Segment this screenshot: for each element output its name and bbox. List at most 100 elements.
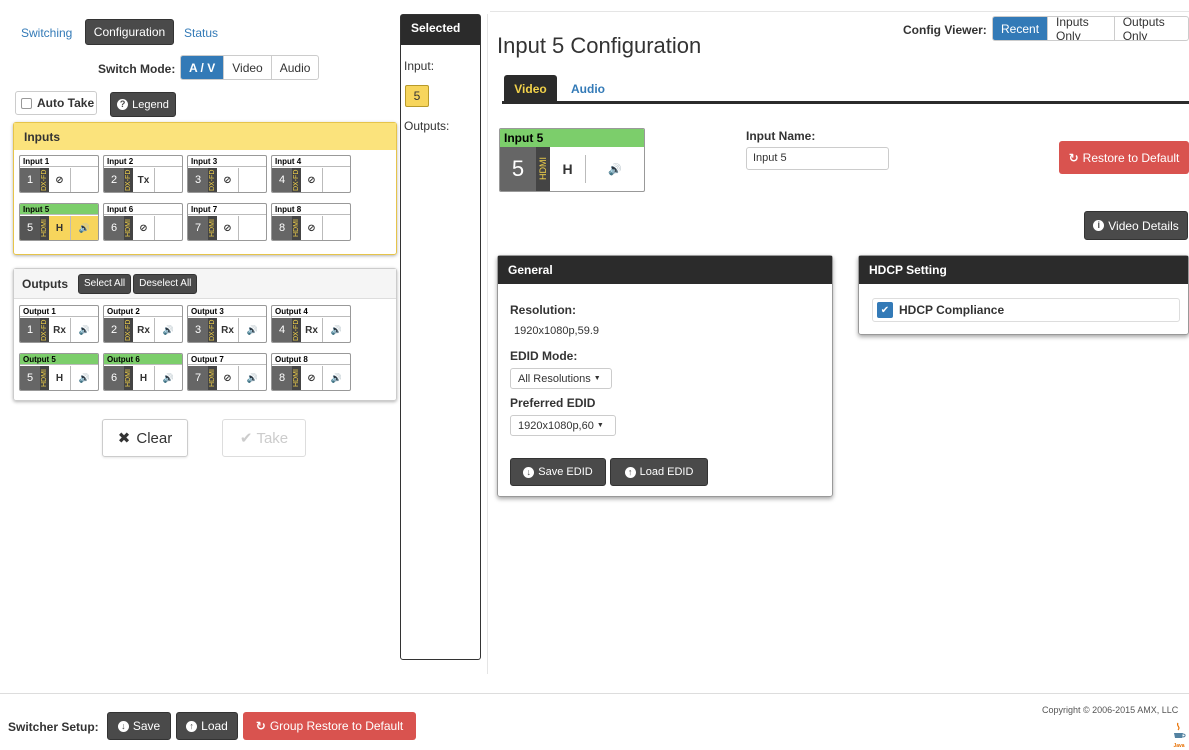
- tile-label: Input 2: [104, 156, 182, 167]
- signal-icon: ⊘: [301, 366, 323, 390]
- signal-icon: ⊘: [217, 216, 239, 240]
- auto-take-toggle[interactable]: Auto Take: [15, 91, 97, 115]
- clear-label: Clear: [136, 429, 173, 447]
- upload-icon: ↑: [624, 466, 636, 478]
- output-tile[interactable]: Output 2 2 DX-FD Rx 🔊: [103, 305, 183, 343]
- nav-configuration[interactable]: Configuration: [85, 19, 174, 45]
- load-edid-button[interactable]: ↑ Load EDID: [610, 458, 708, 486]
- input-tile[interactable]: Input 4 4 DX-FD ⊘: [271, 155, 351, 193]
- input-tile[interactable]: Input 8 8 HDMI ⊘: [271, 203, 351, 241]
- tile-number: 6: [104, 366, 124, 390]
- selected-outputs-label: Outputs:: [404, 119, 450, 133]
- hdcp-compliance-checkbox[interactable]: ✔: [877, 302, 893, 318]
- signal-icon: Rx: [49, 318, 71, 342]
- output-tile[interactable]: Output 1 1 DX-FD Rx 🔊: [19, 305, 99, 343]
- switch-mode-av[interactable]: A / V: [181, 56, 224, 79]
- selected-input-badge[interactable]: 5: [405, 85, 429, 107]
- tab-video[interactable]: Video: [504, 75, 557, 102]
- speaker-icon: 🔊: [246, 372, 259, 383]
- output-tile[interactable]: Output 4 4 DX-FD Rx 🔊: [271, 305, 351, 343]
- speaker-icon: 🔊: [330, 324, 343, 335]
- select-all-button[interactable]: Select All: [78, 273, 132, 294]
- setup-load-button[interactable]: ↑ Load: [176, 712, 238, 740]
- input-tile[interactable]: Input 6 6 HDMI ⊘: [103, 203, 183, 241]
- top-rule: [490, 11, 1189, 12]
- output-tile[interactable]: Output 5 5 HDMI H 🔊: [19, 353, 99, 391]
- group-restore-button[interactable]: ↻ Group Restore to Default: [243, 712, 416, 740]
- tab-bar: [502, 101, 1189, 104]
- tile-type: DX-FD: [292, 318, 301, 342]
- upload-icon: ↑: [186, 720, 198, 732]
- speaker-icon: [71, 168, 98, 192]
- take-label: Take: [256, 429, 289, 447]
- speaker-icon: [239, 168, 266, 192]
- signal-icon: ⊘: [301, 168, 323, 192]
- signal-icon: H: [49, 366, 71, 390]
- input-tile[interactable]: Input 1 1 DX-FD ⊘: [19, 155, 99, 193]
- signal-icon: H: [133, 366, 155, 390]
- caret-down-icon: ▼: [596, 422, 604, 429]
- tab-audio[interactable]: Audio: [571, 82, 605, 96]
- config-viewer-inputs-only[interactable]: Inputs Only: [1047, 17, 1114, 40]
- selected-input-label: Input:: [404, 59, 435, 73]
- output-tile[interactable]: Output 7 7 HDMI ⊘ 🔊: [187, 353, 267, 391]
- tile-number: 1: [20, 168, 40, 192]
- switch-mode-audio[interactable]: Audio: [270, 56, 319, 79]
- auto-take-label: Auto Take: [37, 96, 95, 110]
- restore-default-button[interactable]: ↻ Restore to Default: [1059, 141, 1189, 174]
- input-tile[interactable]: Input 3 3 DX-FD ⊘: [187, 155, 267, 193]
- preferred-edid-label: Preferred EDID: [510, 396, 596, 410]
- tile-number: 8: [272, 366, 292, 390]
- output-tile[interactable]: Output 6 6 HDMI H 🔊: [103, 353, 183, 391]
- tile-label: Output 5: [20, 354, 98, 365]
- tile-label: Output 1: [20, 306, 98, 317]
- input-tile[interactable]: Input 2 2 DX-FD Tx: [103, 155, 183, 193]
- take-button[interactable]: ✔ Take: [222, 419, 306, 457]
- java-cup-icon: [1174, 722, 1186, 738]
- preferred-edid-select[interactable]: 1920x1080p,60 ▼: [510, 415, 616, 436]
- tile-label: Output 6: [104, 354, 182, 365]
- config-viewer-label: Config Viewer:: [903, 23, 987, 37]
- edid-mode-value: All Resolutions: [518, 372, 591, 385]
- outputs-header: Outputs Select All Deselect All: [14, 269, 396, 299]
- setup-save-label: Save: [132, 719, 161, 733]
- tile-number: 2: [104, 318, 124, 342]
- tile-number: 2: [104, 168, 124, 192]
- resolution-value: 1920x1080p,59.9: [514, 325, 600, 337]
- save-edid-button[interactable]: ↓ Save EDID: [510, 458, 606, 486]
- refresh-icon: ↻: [1068, 150, 1079, 165]
- edid-mode-select[interactable]: All Resolutions ▼: [510, 368, 612, 389]
- config-viewer-outputs-only[interactable]: Outputs Only: [1113, 17, 1188, 40]
- output-tile[interactable]: Output 8 8 HDMI ⊘ 🔊: [271, 353, 351, 391]
- large-tile-number: 5: [500, 147, 536, 191]
- tile-type: DX-FD: [124, 168, 133, 192]
- output-tile[interactable]: Output 3 3 DX-FD Rx 🔊: [187, 305, 267, 343]
- nav-switching[interactable]: Switching: [21, 26, 72, 40]
- deselect-all-button[interactable]: Deselect All: [133, 273, 198, 294]
- tile-label: Output 2: [104, 306, 182, 317]
- speaker-icon: 🔊: [78, 372, 91, 383]
- signal-icon: ⊘: [133, 216, 155, 240]
- hdcp-compliance-row: ✔ HDCP Compliance: [872, 298, 1180, 322]
- inputs-panel: Inputs Input 1 1 DX-FD ⊘ Input 2 2 DX-FD Tx Inpu…: [13, 122, 397, 255]
- video-details-button[interactable]: i Video Details: [1084, 211, 1188, 240]
- clear-button[interactable]: ✖ Clear: [102, 419, 188, 457]
- setup-save-button[interactable]: ↓ Save: [107, 712, 171, 740]
- tile-type: HDMI: [124, 366, 133, 390]
- config-viewer-recent[interactable]: Recent: [993, 17, 1048, 40]
- selected-panel: Selected Input: 5 Outputs:: [400, 14, 481, 660]
- tile-number: 5: [20, 366, 40, 390]
- input-name-field[interactable]: Input 5: [746, 147, 889, 170]
- nav-status[interactable]: Status: [184, 26, 218, 40]
- auto-take-checkbox[interactable]: [21, 97, 32, 109]
- outputs-panel: Outputs Select All Deselect All Output 1…: [13, 268, 397, 401]
- large-tile-signal: H: [550, 155, 586, 183]
- tile-label: Input 6: [104, 204, 182, 215]
- input-5-tile-large: Input 5 5 HDMI H 🔊: [499, 128, 645, 192]
- input-tile[interactable]: Input 5 5 HDMI H 🔊: [19, 203, 99, 241]
- tile-type: HDMI: [292, 216, 301, 240]
- legend-button[interactable]: ? Legend: [110, 92, 176, 117]
- hdcp-panel: HDCP Setting ✔ HDCP Compliance: [858, 255, 1189, 335]
- input-tile[interactable]: Input 7 7 HDMI ⊘: [187, 203, 267, 241]
- switch-mode-video[interactable]: Video: [223, 56, 270, 79]
